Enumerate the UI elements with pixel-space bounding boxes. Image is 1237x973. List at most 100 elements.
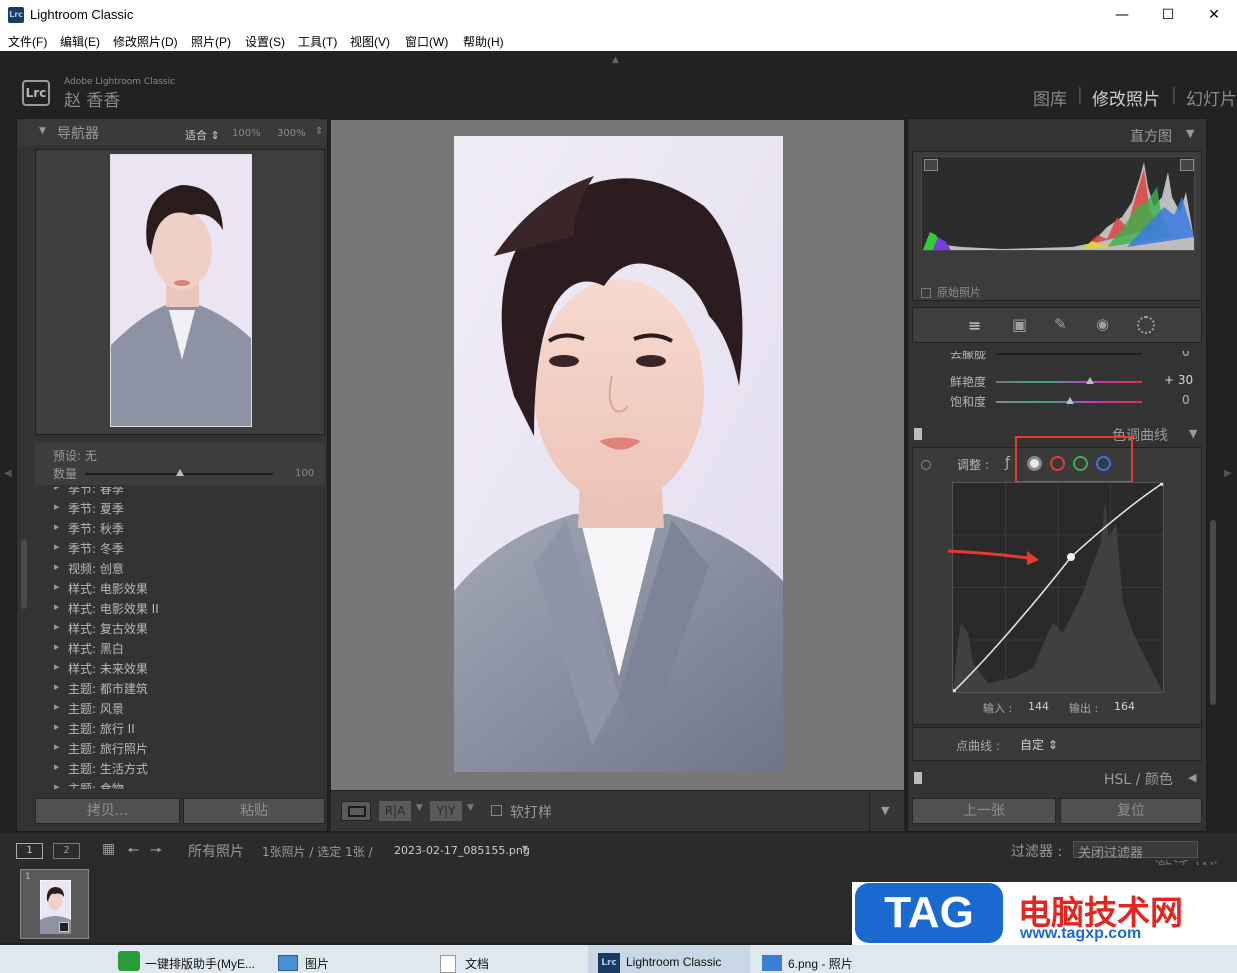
toolbar-menu-icon[interactable]: ▼ — [881, 804, 889, 817]
taskbar-myeditor[interactable]: 一键排版助手(MyE... — [145, 955, 255, 972]
preset-item[interactable]: 视频: 创意 — [54, 560, 124, 577]
preset-item[interactable]: 季节: 夏季 — [54, 500, 124, 517]
filename-label[interactable]: 2023-02-17_085155.png — [394, 844, 530, 857]
softproof-checkbox[interactable] — [491, 805, 502, 816]
portrait-photo — [454, 136, 783, 772]
preset-item[interactable]: 样式: 复古效果 — [54, 620, 148, 637]
maximize-button[interactable]: ☐ — [1145, 0, 1191, 30]
crop-icon[interactable]: ▣ — [1012, 315, 1027, 334]
left-panel-toggle-icon[interactable]: ◀ — [4, 468, 12, 479]
preset-item[interactable]: 季节: 秋季 — [54, 520, 124, 537]
taskbar-lightroom[interactable]: Lightroom Classic — [626, 955, 721, 969]
preset-list: 季节: 春季 季节: 夏季 季节: 秋季 季节: 冬季 视频: 创意 样式: 电… — [35, 487, 325, 789]
hsl-expand-icon[interactable]: ◀ — [1188, 771, 1196, 784]
menu-help[interactable]: 帮助(H) — [463, 33, 504, 50]
preset-item[interactable]: 季节: 春季 — [54, 487, 124, 497]
zoom-300[interactable]: 300% — [277, 128, 306, 139]
edit-sliders-icon[interactable]: ≡ — [968, 316, 981, 335]
window-1-button[interactable]: 1 — [16, 843, 43, 859]
taskbar-photos[interactable]: 图片 — [305, 955, 329, 972]
menu-develop[interactable]: 修改照片(D) — [113, 33, 178, 50]
zoom-100[interactable]: 100% — [232, 128, 261, 139]
filename-dropdown-icon[interactable]: ▼ — [522, 844, 528, 853]
myeditor-icon — [118, 951, 140, 971]
preset-item[interactable]: 样式: 未来效果 — [54, 660, 148, 677]
window-2-button[interactable]: 2 — [53, 843, 80, 859]
preset-item[interactable]: 主题: 都市建筑 — [54, 680, 148, 697]
tone-curve-toggle[interactable] — [914, 428, 922, 440]
menu-photo[interactable]: 照片(P) — [191, 33, 231, 50]
hsl-header[interactable]: HSL / 颜色 ◀ — [912, 767, 1202, 789]
image-view[interactable] — [331, 120, 904, 790]
target-adjust-icon[interactable] — [921, 460, 931, 470]
vibrance-slider-thumb[interactable] — [1086, 377, 1094, 384]
ra-dropdown-icon[interactable]: ▼ — [416, 803, 423, 813]
before-after-yy-button[interactable]: Y|Y — [430, 801, 462, 821]
module-slideshow[interactable]: 幻灯片 — [1186, 85, 1237, 110]
hsl-toggle[interactable] — [914, 772, 922, 784]
top-panel-toggle-icon[interactable]: ▲ — [612, 55, 619, 65]
dehaze-slider-track[interactable] — [996, 353, 1142, 355]
grid-icon[interactable]: ▦ — [102, 841, 115, 857]
right-panel-toggle-icon[interactable]: ▶ — [1224, 468, 1232, 479]
menu-view[interactable]: 视图(V) — [350, 33, 390, 50]
preset-item[interactable]: 主题: 风景 — [54, 700, 124, 717]
shadow-clipping-toggle[interactable] — [924, 159, 938, 171]
preset-item[interactable]: 主题: 食物 — [54, 780, 124, 789]
histogram-collapse-icon[interactable]: ▼ — [1186, 127, 1194, 140]
tone-curve-graph[interactable] — [950, 480, 1166, 695]
paste-button[interactable]: 粘贴 — [183, 798, 325, 824]
main-photo[interactable] — [454, 136, 783, 772]
preset-item[interactable]: 样式: 电影效果 — [54, 580, 148, 597]
healing-icon[interactable]: ✎ — [1054, 315, 1067, 333]
taskbar-documents[interactable]: 文档 — [465, 955, 489, 972]
right-panel-scrollbar[interactable] — [1210, 520, 1216, 705]
menu-edit[interactable]: 编辑(E) — [60, 33, 100, 50]
masking-icon[interactable] — [1137, 316, 1155, 334]
original-photo-checkbox[interactable] — [921, 288, 931, 298]
preset-item[interactable]: 主题: 旅行照片 — [54, 740, 148, 757]
forward-arrow-icon[interactable]: 🠖 — [150, 840, 162, 864]
left-panel-scrollbar[interactable] — [21, 539, 27, 609]
reset-button[interactable]: 复位 — [1060, 798, 1202, 824]
menu-window[interactable]: 窗口(W) — [405, 33, 448, 50]
saturation-slider-thumb[interactable] — [1066, 397, 1074, 404]
before-after-ra-button[interactable]: R|A — [379, 801, 411, 821]
previous-button[interactable]: 上一张 — [912, 798, 1056, 824]
histogram-plot[interactable] — [921, 156, 1195, 251]
loupe-view-button[interactable] — [341, 801, 371, 821]
red-eye-icon[interactable]: ◉ — [1096, 315, 1109, 333]
watermark-url: www.tagxp.com — [1020, 925, 1142, 942]
filmstrip-thumbnail[interactable]: 1 — [20, 869, 89, 939]
preset-item[interactable]: 季节: 冬季 — [54, 540, 124, 557]
module-develop[interactable]: 修改照片 — [1092, 85, 1160, 110]
yy-dropdown-icon[interactable]: ▼ — [467, 803, 474, 813]
point-curve-select[interactable]: 自定 ⇕ — [1020, 736, 1058, 753]
zoom-stepper-icon[interactable]: ⇕ — [315, 126, 323, 137]
source-label[interactable]: 所有照片 — [188, 841, 244, 861]
navigator-thumbnail[interactable] — [110, 154, 252, 427]
zoom-fit-label: 适合 — [185, 129, 207, 142]
highlight-clipping-toggle[interactable] — [1180, 159, 1194, 171]
preset-item[interactable]: 主题: 生活方式 — [54, 760, 148, 777]
tone-curve-collapse-icon[interactable]: ▼ — [1189, 427, 1197, 440]
amount-slider-thumb[interactable] — [176, 469, 184, 476]
close-button[interactable]: ✕ — [1191, 0, 1237, 30]
back-arrow-icon[interactable]: 🠔 — [127, 840, 139, 864]
module-library[interactable]: 图库 — [1033, 85, 1067, 110]
menu-settings[interactable]: 设置(S) — [245, 33, 285, 50]
parametric-curve-icon[interactable]: ƒ — [1005, 455, 1010, 471]
menu-file[interactable]: 文件(F) — [8, 33, 47, 50]
menu-tools[interactable]: 工具(T) — [298, 33, 337, 50]
preset-item[interactable]: 主题: 旅行 II — [54, 720, 135, 737]
taskbar-image-viewer[interactable]: 6.png - 照片 — [788, 955, 853, 972]
navigator-preview[interactable] — [35, 149, 325, 435]
minimize-button[interactable]: — — [1099, 0, 1145, 30]
copy-button[interactable]: 拷贝... — [35, 798, 180, 824]
preset-item[interactable]: 样式: 黑白 — [54, 640, 124, 657]
point-curve-label: 点曲线 : — [956, 739, 1000, 753]
preset-item[interactable]: 样式: 电影效果 II — [54, 600, 159, 617]
vibrance-slider-track[interactable] — [996, 381, 1142, 383]
collapse-triangle-icon[interactable]: ▼ — [39, 126, 46, 136]
zoom-fit[interactable]: 适合 ⇕ — [185, 127, 220, 143]
